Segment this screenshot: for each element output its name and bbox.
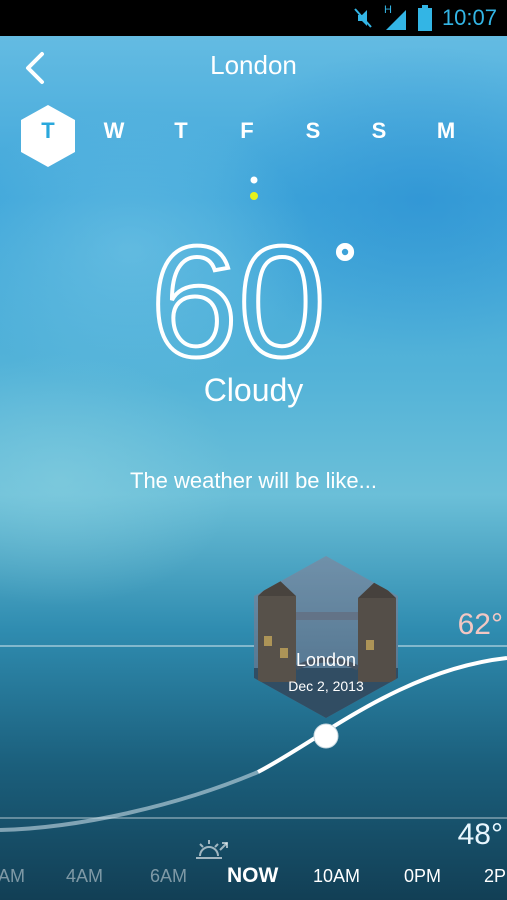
high-temperature: 62°	[457, 608, 503, 641]
now-marker	[313, 723, 339, 749]
day-tab-sat[interactable]: S	[293, 118, 333, 144]
day-tab-mon[interactable]: M	[426, 118, 466, 144]
hour-label[interactable]: 0PM	[404, 866, 441, 887]
mute-icon	[354, 8, 372, 28]
hour-label[interactable]: 10AM	[313, 866, 360, 887]
day-tab-fri[interactable]: F	[227, 118, 267, 144]
day-tab-wed[interactable]: W	[94, 118, 134, 144]
signal-icon	[386, 10, 406, 30]
status-bar: H 10:07	[0, 0, 507, 36]
sunrise-icon	[196, 840, 228, 859]
photo-city-label: London	[295, 650, 357, 670]
forecast-text: The weather will be like...	[130, 468, 377, 493]
hour-label[interactable]: 6AM	[150, 866, 187, 887]
hour-label[interactable]: AM	[0, 866, 25, 887]
day-tab-tue[interactable]: T	[28, 118, 68, 144]
temperature-value: 60	[150, 220, 326, 370]
status-time: 10:07	[441, 5, 497, 30]
low-temperature: 48°	[457, 818, 503, 851]
day-tab-thu[interactable]: T	[161, 118, 201, 144]
past-curve	[0, 770, 259, 832]
hour-timeline[interactable]: AM 4AM 6AM NOW 10AM 0PM 2P	[0, 858, 507, 898]
page-indicator	[250, 176, 258, 200]
hour-label-now[interactable]: NOW	[227, 864, 278, 888]
photo-date-label: Dec 2, 2013	[288, 678, 364, 694]
hour-label[interactable]: 4AM	[66, 866, 103, 887]
current-temperature: 60 °	[148, 220, 357, 370]
day-tab-sun[interactable]: S	[359, 118, 399, 144]
battery-icon	[418, 5, 432, 31]
hour-label[interactable]: 2P	[484, 866, 506, 887]
day-selector: T W T F S S M	[0, 100, 507, 172]
degree-symbol: °	[334, 234, 356, 294]
city-title: London	[210, 50, 297, 80]
weather-condition: Cloudy	[203, 372, 304, 408]
